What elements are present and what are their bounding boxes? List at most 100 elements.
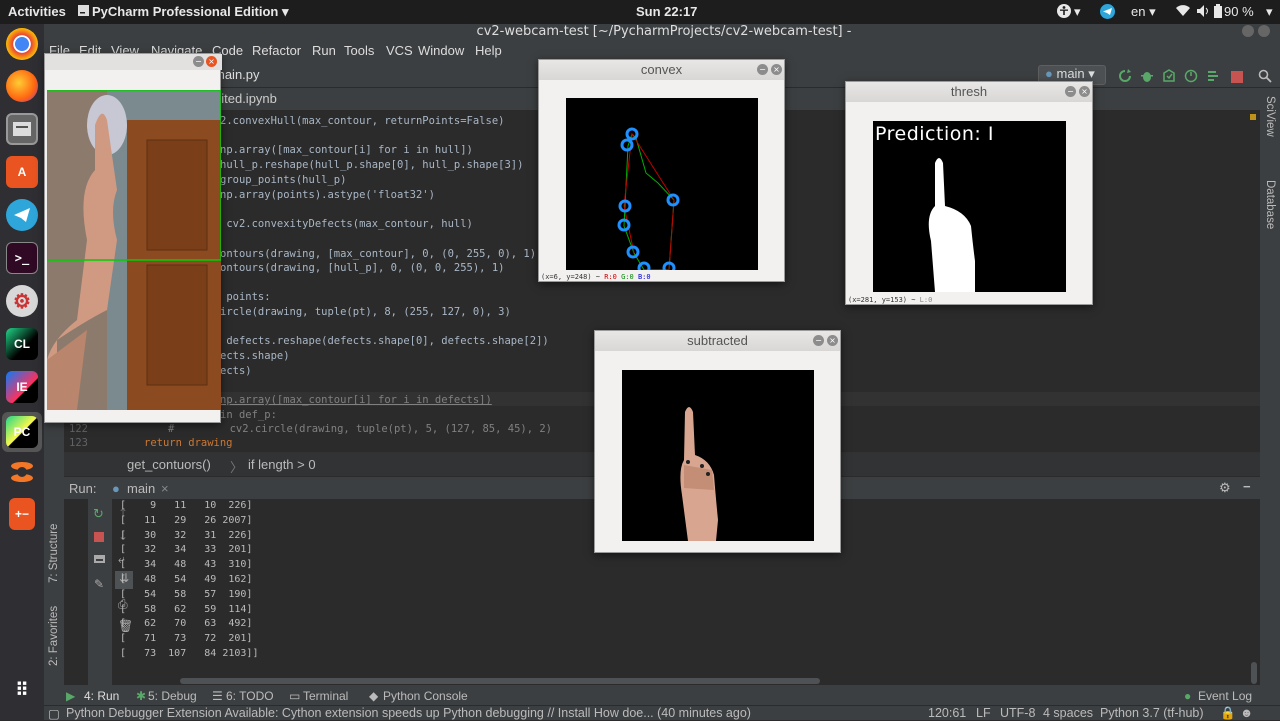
rerun-icon[interactable] — [1118, 68, 1132, 82]
gear-icon[interactable]: ⚙ — [1219, 480, 1231, 496]
breadcrumb-condition[interactable]: if length > 0 — [248, 457, 316, 472]
code-line: np.array([max_contour[i] for i in defect… — [220, 394, 492, 406]
search-everywhere-icon[interactable] — [1258, 68, 1272, 83]
telegram-tray-icon[interactable] — [1100, 4, 1115, 22]
webcam-window[interactable]: − × — [44, 53, 222, 423]
show-applications-icon[interactable]: ⠿ — [6, 674, 38, 706]
minimize-button[interactable]: − — [193, 56, 204, 67]
coverage-icon[interactable] — [1162, 68, 1176, 82]
terminal-tool-tab[interactable]: Terminal — [303, 689, 348, 703]
wifi-icon[interactable] — [1176, 4, 1190, 21]
thresh-image — [873, 121, 1066, 292]
indent-setting[interactable]: 4 spaces — [1043, 706, 1093, 720]
subtracted-window[interactable]: subtracted − × — [594, 330, 841, 553]
menu-run[interactable]: Run — [312, 43, 336, 58]
menu-tools[interactable]: Tools — [344, 43, 374, 58]
files-icon[interactable] — [6, 113, 38, 145]
settings-icon[interactable]: ⚙ — [6, 285, 38, 317]
pixel-b: B:0 — [637, 273, 651, 281]
code-line: ects) — [220, 365, 252, 377]
code-line: return drawing — [144, 437, 233, 449]
stop-icon[interactable] — [1231, 68, 1245, 83]
status-message[interactable]: Python Debugger Extension Available: Cyt… — [66, 706, 751, 720]
run-tab-main[interactable]: main — [127, 481, 155, 496]
app-menu[interactable]: PyCharm Professional Edition ▾ — [92, 4, 289, 20]
thresh-window[interactable]: thresh − × Prediction: I (x=281, y=153) … — [845, 81, 1093, 305]
calculator-icon[interactable]: +− — [9, 498, 35, 530]
breadcrumb-function[interactable]: get_contuors() — [127, 457, 211, 472]
rerun-icon[interactable]: ↻ — [93, 507, 104, 522]
python-console-tab[interactable]: Python Console — [383, 689, 468, 703]
tab-notebook[interactable]: nited.ipynb — [214, 91, 277, 106]
caret-position[interactable]: 120:61 — [928, 706, 966, 720]
maximize-button[interactable] — [1258, 25, 1270, 37]
clock[interactable]: Sun 22:17 — [636, 4, 697, 19]
jupyter-icon[interactable] — [6, 456, 38, 488]
debug-icon[interactable] — [1140, 68, 1154, 82]
vertical-scrollbar[interactable] — [1251, 662, 1257, 684]
menu-vcs[interactable]: VCS — [386, 43, 413, 58]
line-separator[interactable]: LF — [976, 706, 991, 720]
pixel-r: R:0 — [604, 273, 617, 281]
code-line: points: — [220, 291, 271, 303]
system-menu-icon[interactable]: ▾ — [1266, 4, 1273, 20]
pycharm-icon[interactable]: PC — [6, 416, 38, 448]
battery-icon[interactable] — [1214, 4, 1222, 21]
close-button[interactable]: × — [827, 335, 838, 346]
status-toggle-icon[interactable]: ▢ — [48, 706, 60, 721]
firefox-icon[interactable] — [6, 70, 38, 102]
minimize-button[interactable]: − — [1065, 86, 1076, 97]
menu-refactor[interactable]: Refactor — [252, 43, 301, 58]
stop-icon[interactable] — [94, 532, 104, 542]
structure-tab[interactable]: 7: Structure — [48, 524, 60, 583]
python-interpreter[interactable]: Python 3.7 (tf-hub) — [1100, 706, 1204, 720]
volume-icon[interactable] — [1196, 4, 1210, 21]
convex-window[interactable]: convex − × (x=6, y=248) ~ R:0 G:0 B:0 — [538, 59, 785, 282]
terminal-icon[interactable]: >_ — [6, 242, 38, 274]
minimize-button[interactable]: − — [757, 64, 768, 75]
chrome-icon[interactable] — [6, 28, 38, 60]
todo-tool-tab[interactable]: 6: TODO — [226, 689, 274, 703]
database-tab[interactable]: Database — [1264, 180, 1276, 229]
sciview-tab[interactable]: SciView — [1264, 96, 1276, 137]
telegram-icon[interactable] — [6, 199, 38, 231]
menu-window[interactable]: Window — [418, 43, 464, 58]
lock-icon[interactable]: 🔒 — [1220, 706, 1236, 721]
menu-help[interactable]: Help — [475, 43, 502, 58]
software-center-icon[interactable]: A — [6, 156, 38, 188]
warning-marker[interactable] — [1250, 114, 1256, 120]
chevron-down-icon[interactable]: ▾ — [1074, 4, 1081, 20]
console-line: [ 73 107 84 2103]] — [120, 647, 259, 659]
clion-icon[interactable]: CL — [6, 328, 38, 360]
activities-button[interactable]: Activities — [8, 4, 66, 19]
debug-tool-tab[interactable]: 5: Debug — [148, 689, 197, 703]
horizontal-scrollbar[interactable] — [180, 678, 820, 684]
intellij-icon[interactable]: IE — [6, 371, 38, 403]
minimize-button[interactable] — [1242, 25, 1254, 37]
layout-icon[interactable] — [94, 555, 105, 563]
run-tab-close[interactable]: × — [161, 481, 169, 496]
run-tool-tab[interactable]: 4: Run — [84, 689, 119, 703]
close-button[interactable]: × — [771, 64, 782, 75]
run-tool-icon: ▶ — [66, 689, 76, 703]
code-line: cv2.convexityDefects(max_contour, hull) — [220, 218, 473, 230]
minimize-button[interactable]: − — [813, 335, 824, 346]
concurrency-icon[interactable] — [1206, 68, 1220, 82]
close-button[interactable]: × — [206, 56, 217, 67]
pin-icon[interactable]: ✎ — [94, 577, 104, 591]
inspector-icon[interactable]: ☻ — [1240, 706, 1253, 720]
code-line: ircle(drawing, tuple(pt), 8, (255, 127, … — [220, 306, 511, 318]
event-log-tab[interactable]: Event Log — [1198, 689, 1252, 703]
subtracted-image — [622, 370, 814, 541]
code-line: ontours(drawing, [max_contour], 0, (0, 2… — [220, 248, 537, 260]
file-encoding[interactable]: UTF-8 — [1000, 706, 1035, 720]
language-indicator[interactable]: en ▾ — [1131, 4, 1156, 20]
code-line: 2.convexHull(max_contour, returnPoints=F… — [220, 115, 505, 127]
close-button[interactable]: × — [1079, 86, 1090, 97]
console-line: [ 62 70 63 492] — [120, 618, 253, 630]
profile-icon[interactable] — [1184, 68, 1198, 83]
accessibility-icon[interactable] — [1056, 3, 1072, 22]
hide-panel-button[interactable]: − — [1243, 479, 1251, 494]
favorites-tab[interactable]: 2: Favorites — [48, 606, 60, 666]
line-number: 123 — [69, 437, 88, 449]
